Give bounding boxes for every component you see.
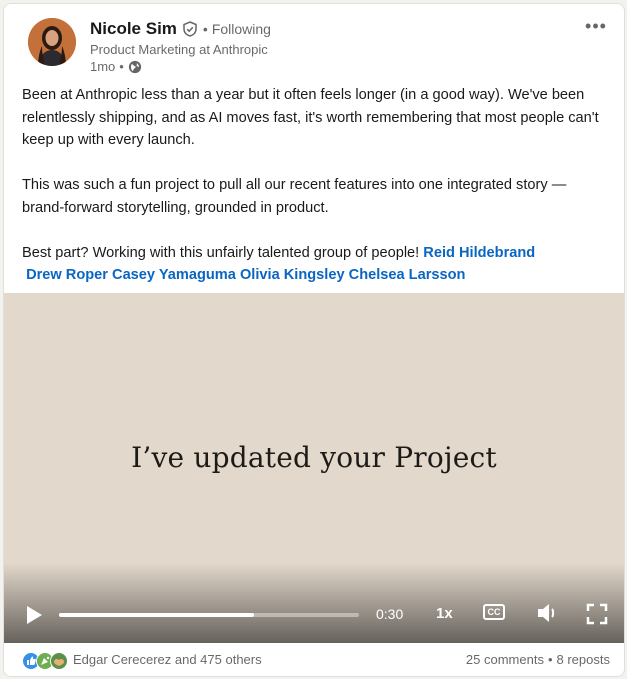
reaction-icons[interactable] [22,652,68,670]
reactions-count[interactable]: Edgar Cerecerez and 475 others [73,652,262,667]
author-headline: Product Marketing at Anthropic [90,42,268,57]
post-paragraph-lead: Best part? Working with this unfairly ta… [22,244,420,261]
video-progress-bar[interactable] [59,613,359,617]
video-time: 0:30 [376,606,404,622]
verified-shield-icon [182,21,198,37]
separator-dot: • [119,59,124,74]
volume-icon[interactable] [536,602,560,624]
video-progress-fill [59,613,254,617]
mention-link[interactable]: Reid Hildebrand [423,245,535,261]
social-counts: Edgar Cerecerez and 475 others 25 commen… [4,643,624,676]
more-icon[interactable]: ••• [580,14,612,38]
name-row: Nicole Sim • Following [90,18,271,40]
follow-status[interactable]: Following [212,21,271,37]
post-timestamp[interactable]: 1mo [90,59,115,74]
author-name[interactable]: Nicole Sim [90,19,177,39]
video-controls: 0:30 1x CC [4,591,624,643]
post-header: Nicole Sim • Following Product Marketing… [4,4,624,84]
mention-link[interactable]: Casey Yamaguma [112,267,236,283]
fullscreen-icon[interactable] [586,603,608,625]
video-player[interactable]: I’ve updated your Project 0:30 1x CC [4,293,624,643]
avatar[interactable] [28,18,76,66]
post-meta: 1mo • [90,59,142,74]
separator-dot: • [202,21,208,37]
video-frame-text: I’ve updated your Project [131,441,497,474]
playback-speed-button[interactable]: 1x [436,605,453,622]
mention-link[interactable]: Chelsea Larsson [349,267,466,283]
post-paragraph: Been at Anthropic less than a year but i… [22,87,599,148]
globe-icon [128,60,142,74]
comments-count[interactable]: 25 comments [466,652,544,667]
support-reaction-icon [50,652,68,670]
mention-link[interactable]: Olivia Kingsley [240,267,345,283]
mention-link[interactable]: Drew Roper [26,267,108,283]
play-icon[interactable] [22,603,46,627]
post-paragraph: This was such a fun project to pull all … [22,177,567,216]
captions-button[interactable]: CC [483,604,505,620]
reposts-count[interactable]: 8 reposts [557,652,610,667]
engagement-stats: 25 comments • 8 reposts [466,652,610,667]
post-paragraph: Best part? Working with this unfairly ta… [22,242,606,287]
post-card: Nicole Sim • Following Product Marketing… [3,3,625,677]
separator-dot: • [547,652,553,667]
post-body: Been at Anthropic less than a year but i… [22,84,606,287]
